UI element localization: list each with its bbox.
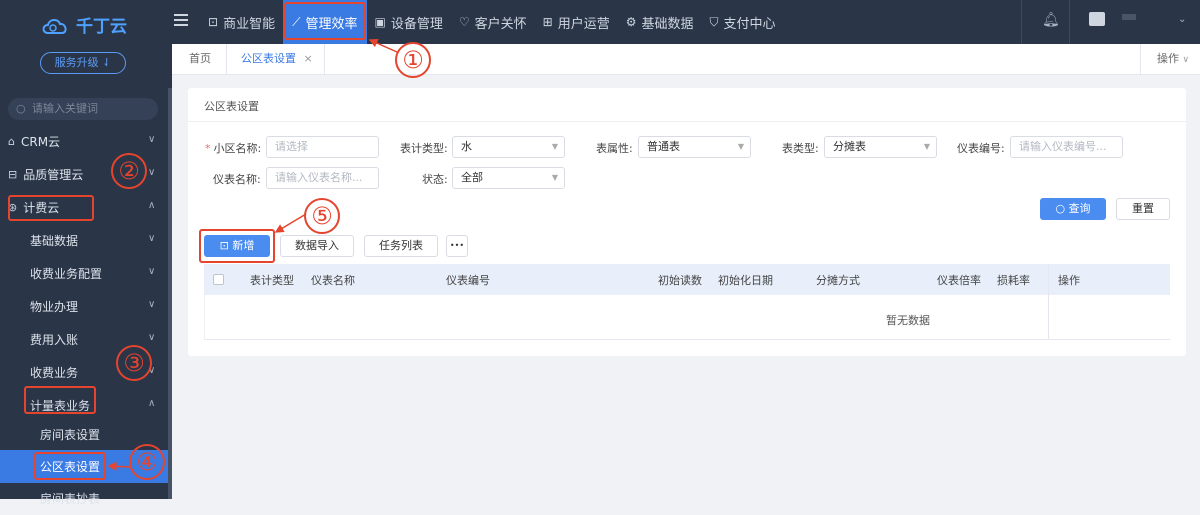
annotation-arrows: [107, 38, 398, 471]
